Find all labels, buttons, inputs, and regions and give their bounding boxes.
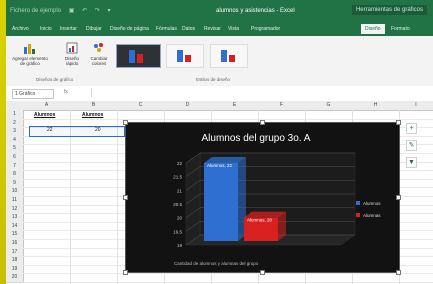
chart-y-tick-label: 20 (177, 216, 183, 221)
row-gridline (23, 282, 433, 283)
chart-y-tick-label: 20.5 (173, 202, 182, 207)
tab-insertar[interactable]: Insertar (60, 26, 77, 32)
chart-resize-handle-bl[interactable] (123, 270, 128, 275)
tab-diseno[interactable]: Diseño (361, 24, 385, 34)
name-box[interactable]: 1 Gráfico (12, 89, 54, 99)
fx-label[interactable]: fx (64, 89, 68, 95)
chart-resize-handle-br[interactable] (396, 270, 401, 275)
cell-b1[interactable]: Alumnos (82, 112, 103, 118)
chart-styles-brush-icon[interactable]: ✎ (406, 140, 417, 151)
change-colors-label: Cambiar colores (90, 56, 108, 66)
embedded-chart[interactable]: Alumnos del grupo 3o. A 22 21.5 21 20.5 20 19.… (125, 122, 400, 273)
chart-style-3[interactable] (210, 44, 248, 68)
chart-y-tick-label: 21.5 (173, 175, 182, 180)
tab-programador[interactable]: Programador (251, 26, 280, 32)
chart-data-label-alumnos: Alumnos, 22 (207, 163, 233, 168)
tab-dibujar[interactable]: Dibujar (86, 26, 102, 32)
quick-layout-label: Diseño rápido (64, 56, 79, 66)
column-header-c[interactable]: C (117, 101, 165, 111)
chart-y-tick-label: 19.5 (173, 229, 182, 234)
chart-legend-swatch-alumnas (356, 213, 360, 217)
cell-a2[interactable]: 22 (47, 127, 53, 133)
ribbon: Agregar elemento de gráfico Diseño rápid… (6, 36, 433, 87)
ribbon-tabs: Archivo Inicio Insertar Dibujar Diseño d… (6, 23, 433, 36)
column-header-b[interactable]: B (70, 101, 118, 111)
chart-tools-label: Herramientas de gráficos (351, 5, 427, 15)
undo-icon[interactable]: ↶ (82, 8, 87, 14)
chart-y-tick-label: 21 (177, 188, 183, 193)
column-header-d[interactable]: D (164, 101, 212, 111)
palette-icon (94, 43, 103, 52)
chart-style-1-preview (129, 50, 143, 63)
chart-resize-handle-ml[interactable] (123, 195, 128, 200)
chart-style-2-preview (177, 50, 191, 62)
tab-revisar[interactable]: Revisar (204, 26, 221, 32)
tab-archivo[interactable]: Archivo (12, 26, 29, 32)
chart-style-1[interactable] (116, 44, 161, 68)
chart-y-tick-label: 19 (177, 243, 183, 248)
cell-a1[interactable]: Alumnos (34, 112, 55, 118)
column-header-i[interactable]: I (399, 101, 433, 111)
chart-resize-handle-bm[interactable] (260, 270, 265, 275)
window-title: alumnos y asistencias - Excel (216, 8, 295, 14)
customize-icon[interactable]: ▾ (107, 8, 110, 14)
quick-layout-icon (66, 42, 78, 54)
cell-b2[interactable]: 20 (95, 127, 101, 133)
chart-canvas: Alumnos del grupo 3o. A 22 21.5 21 20.5 20 19.… (173, 133, 381, 266)
chart-bar-alumnos (204, 163, 238, 241)
chart-x-axis-label: Cantidad de alumnos y alumnas del grupo (174, 261, 259, 266)
selected-range[interactable] (29, 126, 125, 137)
column-header-g[interactable]: G (305, 101, 353, 111)
tab-vista[interactable]: Vista (228, 26, 239, 32)
tab-formulas[interactable]: Fórmulas (156, 26, 177, 32)
chart-legend-label-alumnas: Alumnas (363, 213, 381, 218)
add-chart-element-button[interactable]: Agregar elemento de gráfico (10, 42, 50, 66)
column-header-e[interactable]: E (211, 101, 259, 111)
add-chart-element-label: Agregar elemento de gráfico (12, 56, 48, 66)
file-name-blurred: Fichero de ejemplo (10, 8, 62, 14)
chart-resize-handle-mr[interactable] (396, 195, 401, 200)
group-label-chart-layouts: Diseños de gráfico (36, 77, 74, 82)
chart-resize-handle-tr[interactable] (396, 120, 401, 125)
chart-data-label-alumnas: Alumnas, 20 (247, 218, 273, 223)
chart-elements-plus-icon[interactable]: + (406, 123, 417, 134)
title-bar: Fichero de ejemplo ▣ ↶ ↷ ▾ alumnos y asi… (6, 0, 433, 23)
formula-bar: 1 Gráfico fx (6, 86, 433, 102)
chart-legend-swatch-alumnos (356, 201, 360, 205)
chart-legend-label-alumnos: Alumnos (363, 201, 381, 206)
chart-title: Alumnos del grupo 3o. A (202, 133, 311, 144)
chart-style-3-preview (221, 50, 235, 62)
quick-access-toolbar: Fichero de ejemplo ▣ ↶ ↷ ▾ (10, 7, 116, 14)
redo-icon[interactable]: ↷ (95, 8, 100, 14)
column-header-h[interactable]: H (352, 101, 400, 111)
chart-filters-funnel-icon[interactable]: ▼ (406, 157, 417, 168)
chart-y-tick-label: 22 (177, 161, 183, 166)
save-icon[interactable]: ▣ (69, 8, 75, 14)
chart-resize-handle-tl[interactable] (123, 120, 128, 125)
quick-layout-button[interactable]: Diseño rápido (62, 42, 82, 66)
tab-inicio[interactable]: Inicio (40, 26, 52, 32)
group-label-chart-styles: Estilos de diseño (196, 77, 231, 82)
change-colors-button[interactable]: Cambiar colores (88, 42, 110, 66)
row-header-20[interactable]: 20 (6, 273, 24, 283)
column-header-f[interactable]: F (258, 101, 306, 111)
tab-diseno-pagina[interactable]: Diseño de página (110, 26, 149, 32)
column-header-a[interactable]: A (23, 101, 71, 111)
formula-input[interactable] (91, 88, 429, 97)
tab-formato[interactable]: Formato (391, 26, 410, 32)
chart-style-2[interactable] (166, 44, 204, 68)
chart-resize-handle-tm[interactable] (260, 120, 265, 125)
tab-datos[interactable]: Datos (182, 26, 195, 32)
row-gridline (23, 118, 433, 120)
chart-element-icon (24, 44, 35, 54)
